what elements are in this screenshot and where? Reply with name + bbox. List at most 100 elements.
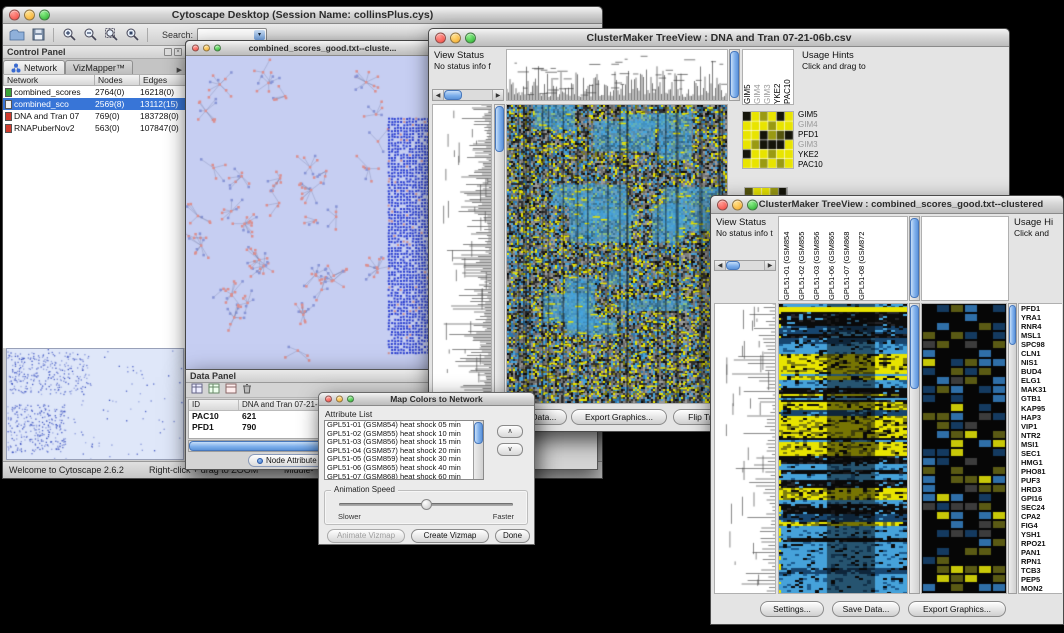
gene-label: HAP3 bbox=[1019, 413, 1062, 422]
zoom-heatmap-panel[interactable] bbox=[921, 303, 1007, 594]
main-titlebar[interactable]: Cytoscape Desktop (Session Name: collins… bbox=[3, 7, 602, 24]
zoom-heatmap[interactable] bbox=[743, 112, 793, 168]
zoom-heatmap-panel[interactable] bbox=[742, 111, 794, 169]
gene-label: SPC98 bbox=[1019, 340, 1062, 349]
zoom-out-icon[interactable] bbox=[81, 26, 99, 44]
vertical-scrollbar[interactable] bbox=[909, 216, 920, 301]
scrollbar-thumb[interactable] bbox=[474, 422, 483, 444]
scrollbar-thumb[interactable] bbox=[444, 90, 462, 100]
move-up-button[interactable]: ∧ bbox=[497, 425, 523, 438]
combo-arrow-icon[interactable]: ▾ bbox=[254, 30, 265, 40]
attribute-list-item[interactable]: GPL51-07 (GSM868) heat shock 60 min bbox=[325, 473, 473, 479]
vertical-scrollbar[interactable] bbox=[909, 303, 920, 594]
toolbar-separator bbox=[53, 28, 54, 42]
zoom-selected-icon[interactable] bbox=[123, 26, 141, 44]
create-attribute-icon[interactable] bbox=[208, 383, 220, 397]
network-list-row[interactable]: combined_sco2569(8)13112(15) bbox=[3, 98, 186, 110]
export-graphics-button[interactable]: Export Graphics... bbox=[908, 601, 1006, 617]
network-list-row[interactable]: combined_scores2764(0)16218(0) bbox=[3, 86, 186, 98]
gene-label: MON2 bbox=[1019, 584, 1062, 593]
row-dendrogram[interactable] bbox=[433, 105, 491, 403]
select-attributes-icon[interactable] bbox=[191, 383, 203, 397]
col-network[interactable]: Network bbox=[3, 74, 95, 86]
treeview-combined-titlebar[interactable]: ClusterMaker TreeView : combined_scores_… bbox=[711, 196, 1063, 214]
scroll-right-icon[interactable]: ▶ bbox=[492, 90, 503, 100]
float-panel-icon[interactable] bbox=[164, 48, 172, 56]
row-dendrogram[interactable] bbox=[715, 304, 775, 593]
scrollbar-thumb[interactable] bbox=[1009, 305, 1016, 345]
scrollbar-thumb[interactable] bbox=[910, 218, 919, 298]
col-nodes[interactable]: Nodes bbox=[95, 74, 140, 86]
close-button[interactable] bbox=[192, 45, 199, 52]
gene-label: KAP95 bbox=[1019, 404, 1062, 413]
zoom-in-icon[interactable] bbox=[60, 26, 78, 44]
attribute-listbox[interactable]: GPL51-01 (GSM854) heat shock 05 minGPL51… bbox=[324, 420, 484, 480]
row-value: 790 bbox=[239, 422, 256, 433]
treeview-combined-title: ClusterMaker TreeView : combined_scores_… bbox=[747, 196, 1055, 214]
status-scrollbar[interactable]: ◀ ▶ bbox=[432, 89, 504, 101]
dialog-titlebar[interactable]: Map Colors to Network bbox=[319, 393, 534, 406]
network-overview-thumbnail[interactable] bbox=[7, 349, 183, 459]
gene-label: RNR4 bbox=[1019, 322, 1062, 331]
column-dendrogram-panel[interactable] bbox=[506, 49, 728, 101]
export-graphics-button[interactable]: Export Graphics... bbox=[571, 409, 667, 425]
close-panel-icon[interactable]: × bbox=[174, 48, 182, 56]
create-vizmap-button[interactable]: Create Vizmap bbox=[411, 529, 489, 543]
col-edges[interactable]: Edges bbox=[140, 74, 186, 86]
expression-heatmap[interactable] bbox=[779, 304, 907, 593]
slider-thumb[interactable] bbox=[421, 499, 432, 510]
tab-scroll-right-icon[interactable]: ▶ bbox=[173, 66, 186, 74]
close-button[interactable] bbox=[9, 10, 20, 21]
zoom-fit-icon[interactable] bbox=[102, 26, 120, 44]
vertical-scrollbar[interactable] bbox=[729, 49, 740, 101]
usage-hints-panel: Usage Hints Click and drag to bbox=[800, 49, 1006, 93]
tab-network[interactable]: Network bbox=[3, 60, 65, 74]
network-list-row[interactable]: RNAPuberNov2563(0)107847(0) bbox=[3, 122, 186, 134]
heatmap-panel[interactable] bbox=[506, 104, 728, 404]
close-button[interactable] bbox=[325, 396, 332, 403]
scrollbar-thumb[interactable] bbox=[910, 305, 919, 389]
done-button[interactable]: Done bbox=[495, 529, 530, 543]
scroll-right-icon[interactable]: ▶ bbox=[764, 261, 775, 270]
network-list-row[interactable]: DNA and Tran 07769(0)183728(0) bbox=[3, 110, 186, 122]
gene-list[interactable]: PFD1YRA1RNR4MSL1SPC98CLN1NIS1BUD4ELG1MAK… bbox=[1018, 303, 1062, 594]
network-graph-canvas[interactable] bbox=[186, 56, 435, 369]
treeview-dna-titlebar[interactable]: ClusterMaker TreeView : DNA and Tran 07-… bbox=[429, 29, 1009, 47]
network-overview-panel[interactable] bbox=[6, 348, 184, 460]
animate-vizmap-button[interactable]: Animate Vizmap bbox=[327, 529, 405, 543]
row-dendrogram-panel[interactable] bbox=[714, 303, 776, 594]
scroll-left-icon[interactable]: ◀ bbox=[715, 261, 726, 270]
network-nodes-count: 2764(0) bbox=[95, 87, 140, 97]
save-session-icon[interactable] bbox=[29, 26, 47, 44]
vertical-scrollbar[interactable] bbox=[1008, 303, 1017, 594]
scrollbar-thumb[interactable] bbox=[495, 106, 504, 152]
scrollbar-thumb[interactable] bbox=[726, 261, 740, 270]
heatmap-panel[interactable] bbox=[778, 303, 908, 594]
scrollbar-thumb[interactable] bbox=[730, 51, 739, 98]
move-down-button[interactable]: ∨ bbox=[497, 443, 523, 456]
close-button[interactable] bbox=[435, 32, 446, 43]
col-id[interactable]: ID bbox=[189, 400, 239, 411]
scroll-left-icon[interactable]: ◀ bbox=[433, 90, 444, 100]
vertical-scrollbar[interactable] bbox=[494, 104, 505, 404]
save-data-button[interactable]: Save Data... bbox=[832, 601, 900, 617]
column-dendrogram[interactable] bbox=[507, 50, 727, 100]
close-button[interactable] bbox=[717, 199, 728, 210]
expression-heatmap[interactable] bbox=[507, 105, 727, 403]
open-session-icon[interactable] bbox=[8, 26, 26, 44]
status-scrollbar[interactable]: ◀ ▶ bbox=[714, 260, 776, 271]
import-attribute-icon[interactable] bbox=[225, 383, 237, 397]
minimize-button[interactable] bbox=[732, 199, 743, 210]
minimize-button[interactable] bbox=[336, 396, 343, 403]
settings-button[interactable]: Settings... bbox=[760, 601, 824, 617]
vertical-scrollbar[interactable] bbox=[473, 421, 483, 479]
minimize-button[interactable] bbox=[203, 45, 210, 52]
network-view-titlebar[interactable]: combined_scores_good.txt--cluste... bbox=[186, 41, 435, 56]
speed-slider[interactable] bbox=[339, 503, 513, 506]
tab-vizmapper[interactable]: VizMapper™ bbox=[65, 60, 133, 74]
zoom-heatmap[interactable] bbox=[922, 304, 1006, 593]
minimize-button[interactable] bbox=[450, 32, 461, 43]
minimize-button[interactable] bbox=[24, 10, 35, 21]
delete-attribute-icon[interactable] bbox=[242, 383, 252, 397]
row-dendrogram-panel[interactable] bbox=[432, 104, 492, 404]
